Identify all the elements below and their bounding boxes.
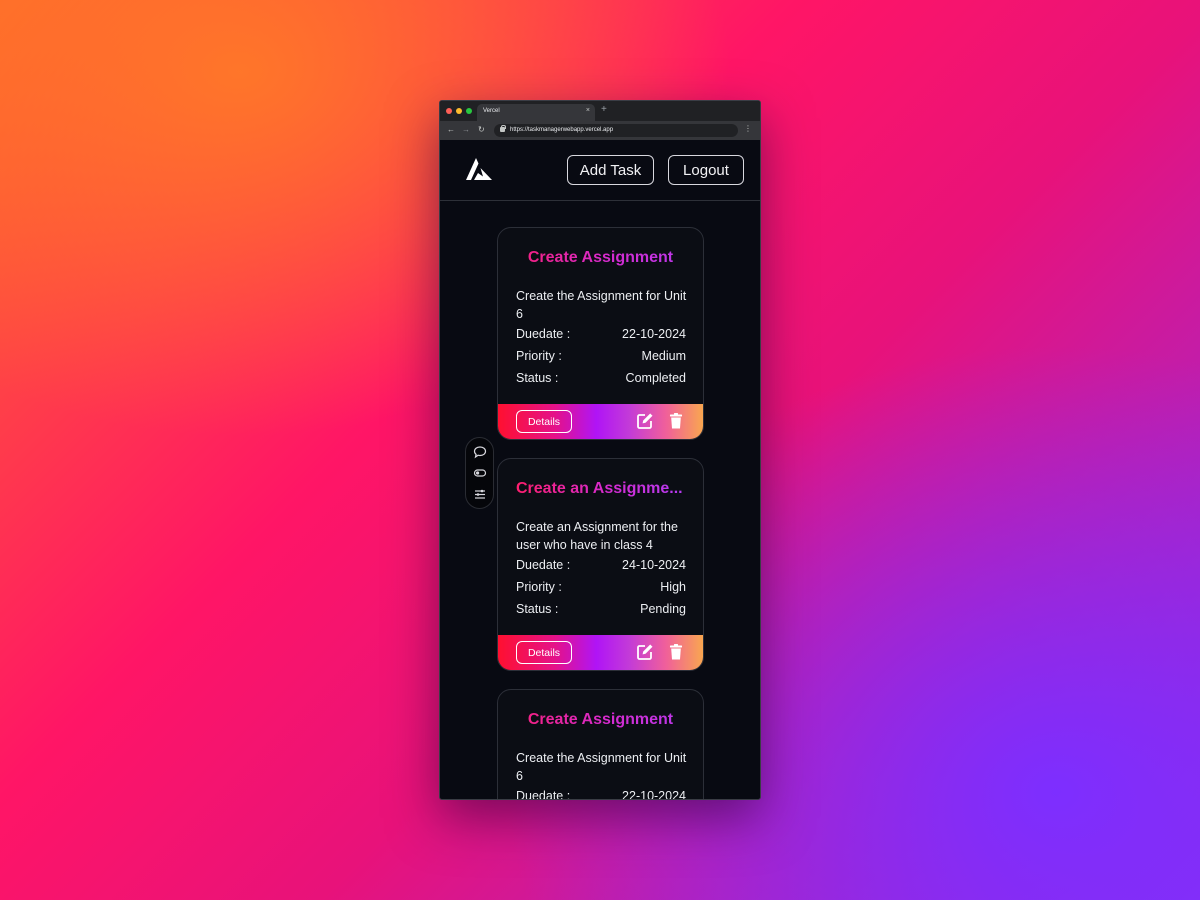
priority-value: High bbox=[660, 580, 686, 594]
duedate-row: Duedate : 24-10-2024 bbox=[516, 558, 686, 572]
reload-icon[interactable]: ↻ bbox=[478, 125, 485, 135]
toggle-icon[interactable] bbox=[473, 466, 487, 480]
duedate-label: Duedate : bbox=[516, 789, 571, 800]
lock-icon bbox=[500, 125, 506, 132]
task-title: Create Assignment bbox=[498, 711, 703, 729]
duedate-row: Duedate : 22-10-2024 bbox=[516, 789, 686, 800]
priority-row: Priority : High bbox=[516, 580, 686, 594]
priority-label: Priority : bbox=[516, 349, 562, 363]
status-row: Status : Completed bbox=[516, 371, 686, 385]
duedate-value: 24-10-2024 bbox=[622, 558, 686, 572]
add-task-button[interactable]: Add Task bbox=[567, 155, 654, 185]
status-label: Status : bbox=[516, 602, 559, 616]
edit-icon[interactable] bbox=[636, 412, 654, 430]
browser-tab[interactable]: Vercel × bbox=[477, 104, 595, 121]
address-bar-row: ← → ↻ https://taskmanagerwebapp.vercel.a… bbox=[440, 121, 760, 140]
chat-bubble-icon[interactable] bbox=[473, 445, 487, 459]
trash-icon[interactable] bbox=[667, 412, 685, 430]
minimize-window-dot[interactable] bbox=[456, 108, 462, 114]
browser-tab-bar: Vercel × + bbox=[440, 101, 760, 121]
new-tab-icon[interactable]: + bbox=[601, 105, 607, 115]
status-value: Completed bbox=[625, 371, 686, 385]
details-button[interactable]: Details bbox=[516, 641, 572, 664]
trash-icon[interactable] bbox=[667, 643, 685, 661]
window-controls bbox=[446, 108, 472, 114]
url-field[interactable]: https://taskmanagerwebapp.vercel.app bbox=[494, 124, 738, 137]
status-label: Status : bbox=[516, 371, 559, 385]
task-description: Create the Assignment for Unit 6 bbox=[516, 751, 687, 783]
priority-value: Medium bbox=[641, 349, 686, 363]
logout-button[interactable]: Logout bbox=[668, 155, 744, 185]
status-value: Pending bbox=[640, 602, 686, 616]
url-text: https://taskmanagerwebapp.vercel.app bbox=[510, 127, 614, 133]
duedate-label: Duedate : bbox=[516, 327, 571, 341]
duedate-value: 22-10-2024 bbox=[622, 327, 686, 341]
duedate-value: 22-10-2024 bbox=[622, 789, 686, 800]
maximize-window-dot[interactable] bbox=[466, 108, 472, 114]
edit-icon[interactable] bbox=[636, 643, 654, 661]
duedate-label: Duedate : bbox=[516, 558, 571, 572]
priority-label: Priority : bbox=[516, 580, 562, 594]
duedate-row: Duedate : 22-10-2024 bbox=[516, 327, 686, 341]
browser-menu-icon[interactable]: ⋮ bbox=[744, 124, 752, 134]
task-title: Create Assignment bbox=[498, 249, 703, 267]
app-header: Add Task Logout bbox=[440, 140, 760, 201]
floating-toolbar bbox=[465, 437, 494, 509]
close-window-dot[interactable] bbox=[446, 108, 452, 114]
task-description: Create an Assignment for the user who ha… bbox=[516, 520, 678, 552]
details-button[interactable]: Details bbox=[516, 410, 572, 433]
forward-arrow-icon[interactable]: → bbox=[462, 125, 470, 135]
task-title: Create an Assignme... bbox=[516, 480, 683, 497]
status-row: Status : Pending bbox=[516, 602, 686, 616]
tab-title: Vercel bbox=[483, 108, 500, 114]
card-footer: Details bbox=[498, 635, 703, 670]
task-card: Create Assignment Create the Assignment … bbox=[497, 227, 704, 440]
back-arrow-icon[interactable]: ← bbox=[447, 125, 455, 135]
card-footer: Details bbox=[498, 404, 703, 439]
priority-row: Priority : Medium bbox=[516, 349, 686, 363]
task-description: Create the Assignment for Unit 6 bbox=[516, 289, 687, 321]
task-card: Create an Assignme... Create an Assignme… bbox=[497, 458, 704, 671]
task-card: Create Assignment Create the Assignment … bbox=[497, 689, 704, 800]
triangle-a-logo-icon[interactable] bbox=[466, 158, 492, 180]
tab-close-icon[interactable]: × bbox=[586, 107, 590, 115]
sliders-icon[interactable] bbox=[473, 487, 487, 501]
